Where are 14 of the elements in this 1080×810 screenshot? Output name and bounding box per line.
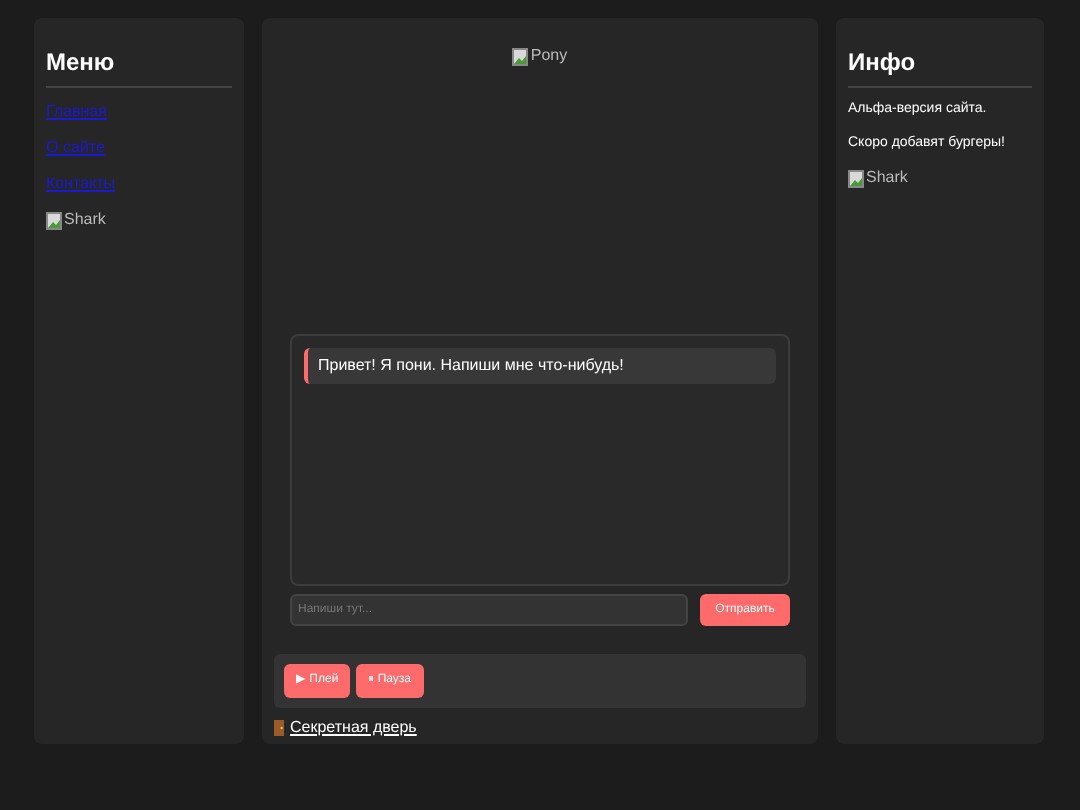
image-alt-text: Shark (866, 166, 908, 190)
chat-message: Привет! Я пони. Напиши мне что-нибудь! (304, 348, 776, 384)
broken-image-icon (46, 211, 62, 229)
secret-door-link[interactable]: Секретная дверь (290, 716, 417, 740)
info-title: Инфо (848, 44, 1032, 88)
broken-image-icon (512, 47, 529, 65)
menu-link[interactable]: О сайте (46, 136, 105, 160)
door-icon (274, 720, 284, 736)
menu-link[interactable]: Главная (46, 100, 107, 124)
image-alt-text: Pony (530, 44, 568, 68)
menu-title: Меню (46, 44, 232, 88)
image-alt-text: Shark (64, 208, 106, 232)
broken-image-icon (848, 169, 864, 187)
menu-link[interactable]: Контакты (46, 172, 116, 196)
